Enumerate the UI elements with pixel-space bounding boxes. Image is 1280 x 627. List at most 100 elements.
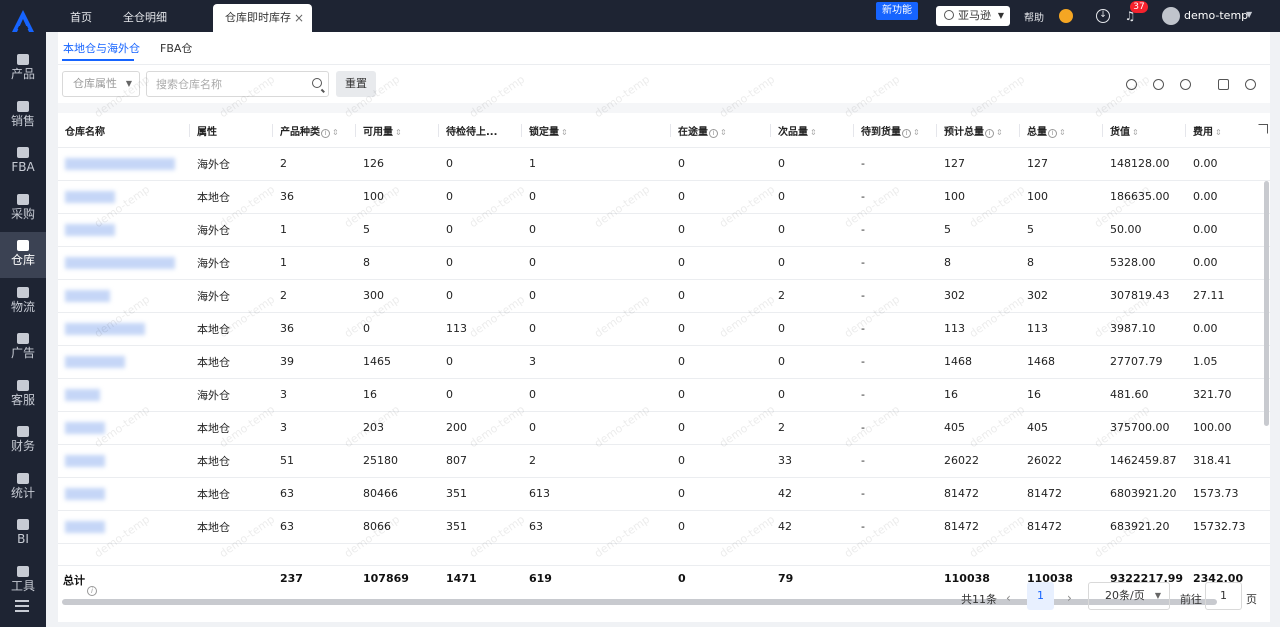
warehouse-name-cell[interactable] <box>58 477 190 511</box>
sort-icon[interactable]: ⇕ <box>913 128 920 137</box>
subtab-local-overseas[interactable]: 本地仓与海外仓 <box>63 40 140 56</box>
new-feature-button[interactable]: 新功能 <box>876 2 918 20</box>
avatar[interactable] <box>1162 7 1180 25</box>
warehouse-name-cell[interactable] <box>58 378 190 412</box>
warehouse-name-cell[interactable] <box>58 180 190 214</box>
sort-icon[interactable]: ⇕ <box>1132 128 1139 137</box>
col-total[interactable]: 总量 i ⇕ <box>1020 114 1103 148</box>
export-icon[interactable] <box>1218 79 1229 90</box>
sidebar-item-finance[interactable]: 财务 <box>0 418 46 464</box>
search-icon[interactable] <box>312 78 322 88</box>
sidebar-item-sales[interactable]: 销售 <box>0 93 46 139</box>
table-row[interactable]: 海外仓 1 5 0 0 0 0-5 5 50.00 0.00 <box>58 213 1270 247</box>
username[interactable]: demo-temp <box>1184 9 1248 22</box>
info-icon[interactable]: i <box>709 128 718 138</box>
sort-icon[interactable]: ⇕ <box>332 128 339 137</box>
col-pending[interactable]: 待检待上... <box>439 114 522 148</box>
sidebar-item-service[interactable]: 客服 <box>0 372 46 418</box>
info-icon[interactable]: i <box>1048 128 1057 138</box>
sidebar-item-stats[interactable]: 统计 <box>0 465 46 511</box>
table-row[interactable]: 本地仓 51 25180 807 2 0 33-26022 26022 1462459.87 31… <box>58 444 1270 478</box>
warehouse-name-cell[interactable] <box>58 246 190 280</box>
question-icon[interactable] <box>1180 79 1191 90</box>
col-transit[interactable]: 在途量 i ⇕ <box>671 114 771 148</box>
app-logo[interactable] <box>10 8 36 34</box>
sidebar-item-logistics[interactable]: 物流 <box>0 279 46 325</box>
warehouse-icon <box>17 240 29 251</box>
sort-icon[interactable]: ⇕ <box>395 128 402 137</box>
warehouse-attribute-select[interactable]: 仓库属性 ▼ <box>62 71 140 97</box>
sidebar-item-product[interactable]: 产品 <box>0 46 46 92</box>
sort-icon[interactable]: ⇕ <box>810 128 817 137</box>
tab-warehouse-inventory[interactable]: 仓库即时库存 × <box>213 4 312 32</box>
col-awaiting[interactable]: 待到货量 i ⇕ <box>854 114 937 148</box>
chevron-left-icon[interactable]: ‹ <box>1006 591 1011 605</box>
table-row[interactable]: 本地仓 36 0 113 0 0 0-113 113 3987.10 0.00 <box>58 312 1270 346</box>
tab-all-warehouse-detail[interactable]: 全仓明细 <box>111 4 179 32</box>
table-row[interactable]: 海外仓 2 126 0 1 0 0-127 127 148128.00 0.00 <box>58 147 1270 181</box>
warehouse-name-cell[interactable] <box>58 213 190 247</box>
col-expected[interactable]: 预计总量 i ⇕ <box>937 114 1020 148</box>
warehouse-name-cell[interactable] <box>58 345 190 379</box>
jump-page-input[interactable]: 1 <box>1205 582 1242 610</box>
col-attr[interactable]: 属性 <box>190 114 273 148</box>
warehouse-name-cell[interactable] <box>58 510 190 544</box>
chevron-down-icon[interactable]: ▼ <box>1246 10 1252 19</box>
download-icon[interactable]: ↓ <box>1096 9 1110 23</box>
warehouse-name-cell[interactable] <box>58 312 190 346</box>
warehouse-name-cell[interactable] <box>58 279 190 313</box>
warehouse-name-cell[interactable] <box>58 147 190 181</box>
warehouse-name-cell[interactable] <box>58 411 190 445</box>
vertical-scrollbar[interactable] <box>1264 181 1269 426</box>
search-input[interactable] <box>156 73 306 95</box>
table-row[interactable]: 本地仓 39 1465 0 3 0 0-1468 1468 27707.79 1.05 <box>58 345 1270 379</box>
sort-icon[interactable]: ⇕ <box>1059 128 1066 137</box>
col-fee[interactable]: 费用 ⇕ <box>1186 114 1270 148</box>
col-defective[interactable]: 次品量 ⇕ <box>771 114 854 148</box>
refresh-icon[interactable] <box>1126 79 1137 90</box>
warehouse-name-cell[interactable] <box>58 444 190 478</box>
sidebar-item-warehouse[interactable]: 仓库 <box>0 232 46 278</box>
col-name[interactable]: 仓库名称 <box>58 114 190 148</box>
table-row[interactable]: 海外仓 3 16 0 0 0 0-16 16 481.60 321.70 <box>58 378 1270 412</box>
table-row[interactable]: 海外仓 2 300 0 0 0 2-302 302 307819.43 27.11 <box>58 279 1270 313</box>
expand-icon[interactable] <box>1258 124 1268 134</box>
settings-icon[interactable] <box>1245 79 1256 90</box>
sort-icon[interactable]: ⇕ <box>720 128 727 137</box>
chevron-right-icon[interactable]: › <box>1067 591 1072 605</box>
sort-icon[interactable]: ⇕ <box>996 128 1003 137</box>
table-row[interactable]: 本地仓 36 100 0 0 0 0-100 100 186635.00 0.00 <box>58 180 1270 214</box>
col-locked[interactable]: 锁定量 ⇕ <box>522 114 671 148</box>
reset-button[interactable]: 重置 <box>336 71 376 97</box>
summary-transit: 0 <box>678 572 686 585</box>
sidebar-item-bi[interactable]: BI <box>0 511 46 557</box>
help-link[interactable]: 帮助 <box>1024 9 1044 24</box>
col-value[interactable]: 货值 ⇕ <box>1103 114 1186 148</box>
store-select[interactable]: 亚马逊 ▼ <box>936 6 1010 26</box>
col-sku-types[interactable]: 产品种类 i ⇕ <box>273 114 356 148</box>
table-row[interactable]: 本地仓 3 203 200 0 0 2-405 405 375700.00 100.00 <box>58 411 1270 445</box>
info-icon[interactable]: i <box>87 586 97 596</box>
table-row[interactable]: 海外仓 1 8 0 0 0 0-8 8 5328.00 0.00 <box>58 246 1270 280</box>
sidebar-item-purchase[interactable]: 采购 <box>0 186 46 232</box>
col-available[interactable]: 可用量 ⇕ <box>356 114 439 148</box>
info-icon[interactable]: i <box>985 128 994 138</box>
table-row[interactable]: 本地仓 63 80466 351 613 0 42-81472 81472 6803921.20… <box>58 477 1270 511</box>
sort-icon[interactable]: ⇕ <box>561 128 568 137</box>
sidebar-item-fba[interactable]: FBA <box>0 139 46 185</box>
page-size-select[interactable]: 20条/页 ▼ <box>1088 582 1170 610</box>
menu-icon[interactable] <box>15 600 29 612</box>
page-number-current[interactable]: 1 <box>1027 582 1054 610</box>
table-row[interactable]: 本地仓 63 8066 351 63 0 42-81472 81472 683921.20 157… <box>58 510 1270 544</box>
info-icon[interactable] <box>1153 79 1164 90</box>
sidebar-item-tools[interactable]: 工具 <box>0 558 46 604</box>
close-icon[interactable]: × <box>294 4 304 32</box>
sidebar-item-ad[interactable]: 广告 <box>0 325 46 371</box>
info-icon[interactable]: i <box>321 128 330 138</box>
tab-home[interactable]: 首页 <box>58 4 104 32</box>
support-icon[interactable] <box>1059 9 1073 23</box>
sort-icon[interactable]: ⇕ <box>1215 128 1222 137</box>
subtab-fba[interactable]: FBA仓 <box>160 40 192 56</box>
info-icon[interactable]: i <box>902 128 911 138</box>
cell-transit: 0 <box>671 411 771 445</box>
